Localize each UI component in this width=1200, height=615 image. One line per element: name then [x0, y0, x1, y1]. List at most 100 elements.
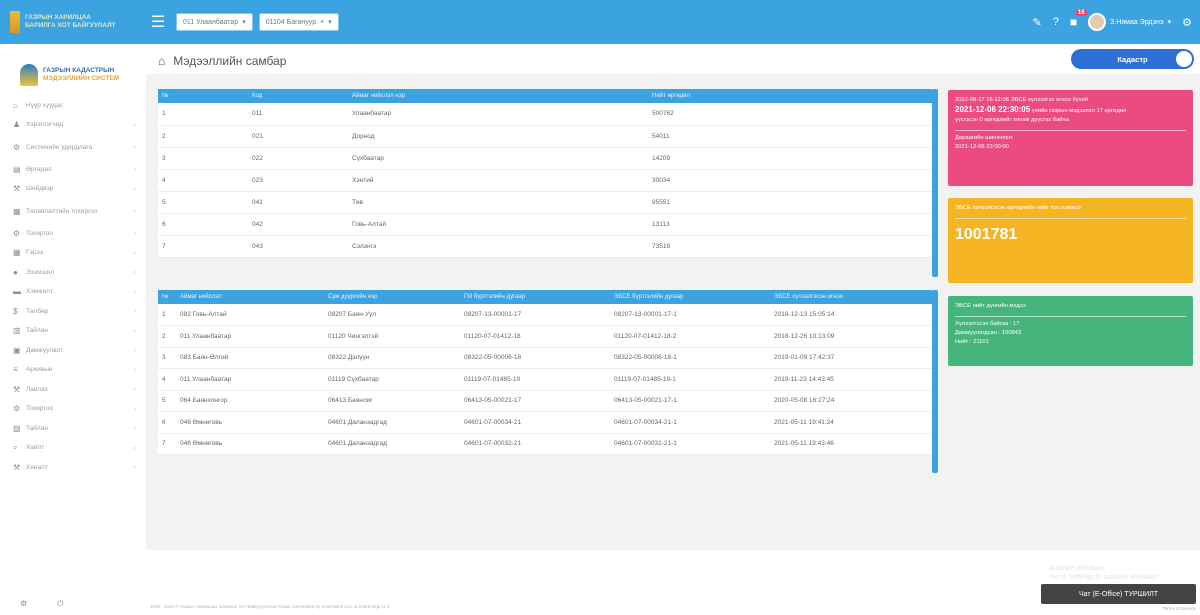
sidebar-item-label: Тайлан — [26, 424, 48, 432]
table-cell: 01119-07-01485-19-1 — [610, 368, 770, 391]
archive-icon: ▣ — [13, 345, 21, 355]
table-cell: 022 — [248, 147, 348, 170]
ruler-icon: ▬ — [13, 287, 21, 297]
settings-icon[interactable]: ⚙ — [20, 599, 27, 609]
user-menu[interactable]: З.Нямаа Эрдэнэ ▾ — [1088, 13, 1171, 31]
sidebar-item[interactable]: ▤ Өргөдөл › — [0, 160, 146, 180]
sidebar-item[interactable]: ⚒ Хяналт › — [0, 458, 146, 478]
paperclip-icon[interactable]: ✎ — [1033, 16, 1042, 29]
sidebar-item[interactable]: ⚙ Тохиргоо › — [0, 400, 146, 420]
sidebar-footer: ⚙ ⏻ — [20, 599, 64, 609]
table-cell: 064 Баянхонгор — [176, 390, 324, 412]
sidebar-item[interactable]: ⚙ Тохиргоо › — [0, 224, 146, 244]
table-row[interactable]: 5 041 Төв 95551 — [158, 191, 932, 214]
sum-select[interactable]: 01104 Багануур × ▾ — [258, 13, 339, 31]
column-header[interactable]: ЭБСЕ хүлээлгэсэн огноо — [770, 290, 932, 304]
table-row[interactable]: 6 046 Өмнөговь 04601 Даланзадгад 04601-07-0… — [158, 411, 932, 434]
sidebar-item[interactable]: ⌂ Нүүр хуудас — [0, 96, 146, 116]
sidebar-item[interactable]: ⌕ Хайлт › — [0, 439, 146, 459]
sidebar-item-label: Өргөдөл — [26, 165, 52, 173]
table-cell: Сүхбаатар — [348, 147, 648, 170]
sidebar-item[interactable]: ▧ Тайлан › — [0, 419, 146, 439]
table-cell: 06413-05-00021-17 — [460, 390, 610, 412]
corner-link[interactable]: Terms of Service — [1162, 606, 1196, 611]
sidebar-item[interactable]: ▦ Төлөвлөлтийн тохиргоо › — [0, 199, 146, 224]
column-header[interactable]: Аймаг нийслэл — [176, 290, 324, 304]
table-row[interactable]: 4 011 Улаанбаатар 01119 Сүхбаатар 01119-07-… — [158, 368, 932, 391]
table-row[interactable]: 7 043 Сэлэнгэ 73519 — [158, 235, 932, 258]
table-row[interactable]: 1 082 Говь-Алтай 08207 Баян-Уул 08207-13-00… — [158, 304, 932, 326]
chat-button[interactable]: Чат (E-Office) ТУРШИЛТ — [1041, 584, 1196, 604]
sidebar-item[interactable]: ⚙ Системийн удирдлага › — [0, 135, 146, 160]
column-header[interactable]: ГМ бүртгэлийн дугаар — [460, 290, 610, 304]
cadastre-toggle[interactable]: Кадастр — [1071, 49, 1194, 69]
sidebar-item[interactable]: ≡ Архивын › — [0, 361, 146, 381]
sidebar-item[interactable]: ⚒ Лавлах › — [0, 380, 146, 400]
table-row[interactable]: 3 083 Баян-Өлгий 08322 Дэлүүн 08322-05-0000… — [158, 347, 932, 369]
table-row[interactable]: 7 046 Өмнөговь 04601 Даланзадгад 04601-07-0… — [158, 433, 932, 455]
column-header[interactable]: Нийт өргөдөл — [648, 89, 932, 103]
table-row[interactable]: 2 021 Дорнод 54011 — [158, 125, 932, 148]
sidebar-item[interactable]: ▦ Гэрээ › — [0, 244, 146, 264]
table-cell: 30034 — [648, 169, 932, 192]
table-cell: 1 — [158, 304, 176, 326]
notification-icon[interactable]: ■ 16 — [1070, 10, 1087, 29]
gear-icon[interactable]: ⚙ — [1182, 16, 1192, 29]
org-logo[interactable]: ГАЗРЫН ХАРИЛЦАА БАРИЛГА ХОТ БАЙГУУЛАЛТ — [0, 0, 146, 44]
grid-icon: ▦ — [13, 206, 21, 216]
sidebar-item[interactable]: ▥ Тайлан › — [0, 322, 146, 342]
table-cell: 083 Баян-Өлгий — [176, 347, 324, 369]
sidebar-item[interactable]: ♟ Хэрэглэгчид › — [0, 116, 146, 136]
column-header[interactable]: ЭБСЕ бүртгэлийн дугаар — [610, 290, 770, 304]
sidebar-item-label: Системийн удирдлага — [26, 143, 93, 151]
table-row[interactable]: 4 023 Хэнтий 30034 — [158, 169, 932, 192]
org-logo-line2: БАРИЛГА ХОТ БАЙГУУЛАЛТ — [25, 22, 116, 29]
search-icon: ⌕ — [13, 443, 18, 453]
table-cell: Төв — [348, 191, 648, 214]
home-icon: ⌂ — [13, 100, 18, 110]
help-icon[interactable]: ? — [1053, 16, 1059, 28]
logout-icon[interactable]: ⏻ — [57, 599, 63, 609]
user-name: З.Нямаа Эрдэнэ — [1110, 18, 1164, 26]
chevron-right-icon: › — [133, 269, 136, 277]
sidebar-item[interactable]: ▣ Дамжуулалт › — [0, 341, 146, 361]
table-cell: 13113 — [648, 213, 932, 236]
column-header[interactable]: № — [158, 89, 248, 103]
flag-icon — [10, 11, 20, 33]
table-cell: 2018-12-13 15:05:14 — [770, 304, 932, 326]
column-header[interactable]: Код — [248, 89, 348, 103]
column-header[interactable]: № — [158, 290, 176, 304]
sidebar-item-label: Хэрэглэгчид — [26, 121, 64, 129]
table-cell: 2021-05-11 19:43:46 — [770, 433, 932, 455]
chart-icon: ▧ — [13, 423, 21, 433]
clear-icon[interactable]: × — [320, 19, 324, 26]
table-cell: 01119 Сүхбаатар — [324, 368, 460, 391]
table-cell: 082 Говь-Алтай — [176, 304, 324, 326]
brand-line1: ГАЗРЫН КАДАСТРЫН — [43, 67, 115, 74]
table-cell: 06413 Баянлиг — [324, 390, 460, 412]
table-row[interactable]: 6 042 Говь-Алтай 13113 — [158, 213, 932, 236]
table-row[interactable]: 3 022 Сүхбаатар 14209 — [158, 147, 932, 170]
sidebar-item-label: Тохиргоо — [26, 405, 53, 413]
column-header[interactable]: Аймаг нийслэл нэр — [348, 89, 648, 103]
sidebar-item[interactable]: ▬ Хэмжилт › — [0, 283, 146, 303]
table-row[interactable]: 2 011 Улаанбаатар 01120 Чингэлтэй 01120-07-… — [158, 325, 932, 348]
aimag-select[interactable]: 011 Улаанбаатар ▾ — [176, 13, 253, 31]
table-row[interactable]: 5 064 Баянхонгор 06413 Баянлиг 06413-05-000… — [158, 390, 932, 412]
column-header[interactable]: Сум дүүргийн нэр — [324, 290, 460, 304]
sidebar-item[interactable]: ● Эзэмшил › — [0, 263, 146, 283]
table-cell: Дорнод — [348, 125, 648, 148]
table-cell: 14209 — [648, 147, 932, 170]
sidebar-item[interactable]: $ Төлбөр › — [0, 302, 146, 322]
table-cell: 08322 Дэлүүн — [324, 347, 460, 369]
hamburger-menu-icon[interactable]: ☰ — [146, 12, 170, 32]
chevron-right-icon: › — [133, 405, 136, 413]
page-footer: 2019 - 2022 © Газрын Харилцаа, Барилга, … — [150, 604, 390, 609]
table-cell: 2018-12-26 10:13:09 — [770, 325, 932, 348]
sidebar-item[interactable]: ⚒ Шийдвэр › — [0, 180, 146, 200]
table-scrollbar[interactable] — [932, 89, 938, 277]
table-row[interactable]: 1 011 Улаанбаатар 500762 — [158, 103, 932, 126]
table-cell: 08207-13-00001-17-1 — [610, 304, 770, 326]
table-scrollbar[interactable] — [932, 290, 938, 473]
gavel-icon: ⚒ — [13, 462, 21, 472]
